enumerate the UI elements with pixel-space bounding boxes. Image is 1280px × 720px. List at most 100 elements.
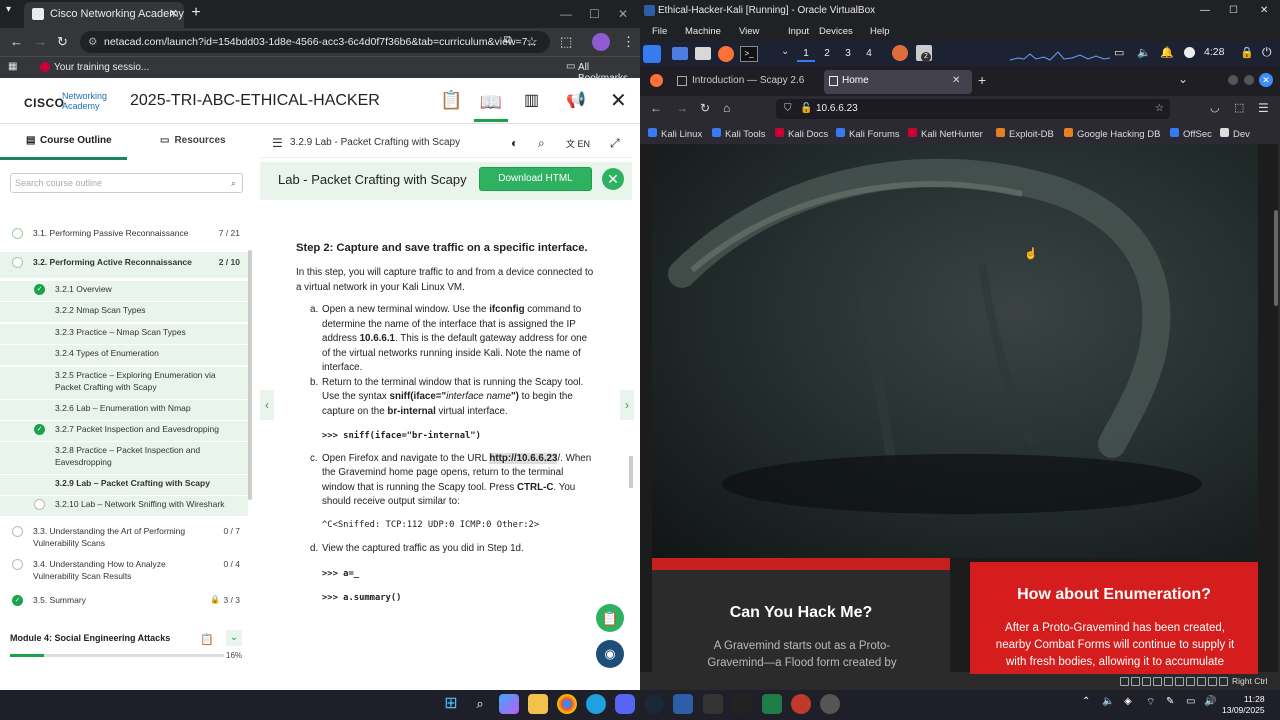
site-info-icon[interactable]: ⚙: [88, 31, 97, 53]
workspace-button[interactable]: 1: [797, 46, 815, 62]
chrome-menu-icon[interactable]: ⋮: [622, 34, 635, 50]
vb-menu-item[interactable]: Input: [788, 26, 809, 37]
megaphone-icon[interactable]: 📢: [566, 90, 586, 110]
lock-icon[interactable]: 🔒: [1240, 46, 1254, 59]
firefox-url-bar[interactable]: ⛉ 🔓 10.6.6.23 ☆: [776, 99, 1170, 119]
outline-item[interactable]: 3.2.5 Practice – Exploring Enumeration v…: [0, 367, 248, 399]
chevron-down-icon[interactable]: ⌄: [781, 46, 789, 57]
taskbar-clock[interactable]: 11:28 13/09/2025: [1222, 694, 1265, 716]
ff-bookmark-item[interactable]: Kali NetHunter: [908, 126, 983, 140]
vb-device-status-icon[interactable]: [1153, 677, 1162, 686]
module-clipboard-icon[interactable]: 📋: [200, 633, 214, 646]
workspace-button[interactable]: 3: [839, 46, 857, 62]
tray-wifi-icon[interactable]: ⌔: [1146, 696, 1155, 709]
desktop-icon[interactable]: [672, 47, 688, 60]
install-app-icon[interactable]: ⧉: [504, 34, 512, 47]
vb-close-icon[interactable]: ✕: [1260, 0, 1268, 22]
bookmark-star-icon[interactable]: ☆: [526, 34, 538, 50]
vb-menu-item[interactable]: View: [739, 26, 759, 37]
firefox-close-icon[interactable]: ✕: [1259, 73, 1273, 87]
power-status-icon[interactable]: [1184, 47, 1195, 58]
outline-item[interactable]: 3.2.3 Practice – Nmap Scan Types: [0, 324, 248, 344]
vb-device-status-icon[interactable]: [1175, 677, 1184, 686]
bell-icon[interactable]: 🔔: [1160, 46, 1174, 59]
firefox-maximize-icon[interactable]: [1244, 75, 1254, 85]
maximize-icon[interactable]: ☐: [589, 7, 600, 21]
expand-icon[interactable]: ⤢: [610, 136, 620, 151]
profile-avatar[interactable]: [592, 33, 610, 51]
file-manager-icon[interactable]: [695, 47, 711, 60]
ff-reload-icon[interactable]: ↻: [700, 101, 710, 115]
ff-bookmark-item[interactable]: Kali Docs: [775, 126, 828, 140]
tray-overflow-icon[interactable]: ⌃: [1082, 696, 1090, 707]
tab-search-icon[interactable]: ▾: [6, 4, 11, 15]
ff-home-icon[interactable]: ⌂: [723, 101, 730, 115]
outline-item[interactable]: 3.3. Understanding the Art of Performing…: [0, 521, 248, 553]
back-icon[interactable]: ←: [10, 34, 23, 49]
kali-menu-icon[interactable]: [643, 45, 661, 63]
download-html-button[interactable]: Download HTML: [479, 167, 592, 191]
search-icon[interactable]: ⌕: [231, 174, 236, 192]
outline-item[interactable]: 3.2.9 Lab – Packet Crafting with Scapy: [0, 475, 248, 495]
hamburger-icon[interactable]: ☰: [272, 136, 283, 150]
terminal-taskbar-icon[interactable]: [703, 694, 723, 714]
steam-icon[interactable]: [644, 694, 664, 714]
reload-icon[interactable]: ↻: [57, 34, 68, 50]
outline-item[interactable]: ✓ 3.5. Summary 🔒 3 / 3: [0, 590, 248, 610]
outline-item[interactable]: 3.2. Performing Active Reconnaissance 2 /…: [0, 252, 248, 278]
close-tab-icon[interactable]: ✕: [169, 2, 178, 26]
content-scrollbar[interactable]: [629, 456, 633, 488]
minimize-icon[interactable]: —: [560, 7, 572, 21]
forward-icon[interactable]: →: [34, 34, 47, 49]
close-course-icon[interactable]: ✕: [610, 88, 627, 113]
outline-item[interactable]: 3.1. Performing Passive Reconnaissance 7 …: [0, 223, 248, 249]
tray-volume-icon[interactable]: 🔈: [1102, 696, 1114, 707]
firefox-tab-scapy[interactable]: Introduction — Scapy 2.6: [672, 70, 820, 94]
clipboard-icon[interactable]: 📋: [440, 90, 462, 111]
copilot-icon[interactable]: [499, 694, 519, 714]
vscode-like-icon[interactable]: [762, 694, 782, 714]
terminal-launcher-icon[interactable]: >_: [740, 46, 758, 62]
ff-extensions-icon[interactable]: ⬚: [1234, 101, 1244, 114]
start-icon[interactable]: ⊞: [441, 694, 461, 714]
vb-device-status-icon[interactable]: [1131, 677, 1140, 686]
close-window-icon[interactable]: ✕: [618, 7, 628, 21]
workspace-button[interactable]: 2: [818, 46, 836, 62]
tab-course-outline[interactable]: ▤ Course Outline: [0, 124, 127, 160]
pocket-icon[interactable]: ◡: [1210, 101, 1220, 114]
ff-bookmark-item[interactable]: OffSec: [1170, 126, 1212, 140]
bookmark-training-session[interactable]: Your training sessio...: [54, 62, 149, 73]
kali-vm-taskbar-icon[interactable]: [791, 694, 811, 714]
firefox-tab-home[interactable]: Home ✕: [824, 70, 972, 94]
firefox-new-tab-icon[interactable]: +: [978, 72, 986, 88]
ff-bookmark-star-icon[interactable]: ☆: [1155, 99, 1164, 119]
outline-item[interactable]: 3.2.4 Types of Enumeration: [0, 345, 248, 365]
chrome-taskbar-icon[interactable]: [557, 694, 577, 714]
volume-icon[interactable]: 🔈: [1137, 46, 1151, 59]
ff-back-icon[interactable]: ←: [650, 101, 662, 115]
gravemind-url-link[interactable]: http://10.6.6.23: [489, 452, 558, 464]
chrome-tab-netacad[interactable]: Cisco Networking Academy: 20 ✕: [24, 2, 184, 28]
workspace-button[interactable]: 4: [860, 46, 878, 62]
language-selector[interactable]: 文 EN: [566, 137, 590, 150]
edge-icon[interactable]: [586, 694, 606, 714]
vb-menu-item[interactable]: Devices: [819, 26, 853, 37]
ff-forward-icon[interactable]: →: [676, 101, 688, 115]
close-tab-icon[interactable]: ✕: [952, 70, 960, 92]
virtualbox-taskbar-icon[interactable]: [673, 694, 693, 714]
apps-grid-icon[interactable]: ▦: [8, 61, 17, 72]
ff-bookmark-item[interactable]: Exploit-DB: [996, 126, 1054, 140]
ff-bookmark-item[interactable]: Google Hacking DB: [1064, 126, 1160, 140]
vb-device-status-icon[interactable]: [1142, 677, 1151, 686]
tray-network-icon[interactable]: ▭: [1186, 696, 1195, 707]
close-lab-icon[interactable]: ✕: [602, 168, 624, 190]
vb-menu-item[interactable]: File: [652, 26, 667, 37]
power-icon[interactable]: ⏻: [1262, 45, 1272, 60]
outline-item[interactable]: 3.4. Understanding How to Analyze Vulner…: [0, 554, 248, 586]
tracking-shield-icon[interactable]: ⛉: [784, 99, 792, 119]
module-4-title[interactable]: Module 4: Social Engineering Attacks: [10, 633, 170, 643]
vb-device-status-icon[interactable]: [1197, 677, 1206, 686]
list-tabs-icon[interactable]: ⌄: [1178, 72, 1188, 86]
assistant-fab-icon[interactable]: ◉: [596, 640, 624, 668]
vb-device-status-icon[interactable]: [1186, 677, 1195, 686]
